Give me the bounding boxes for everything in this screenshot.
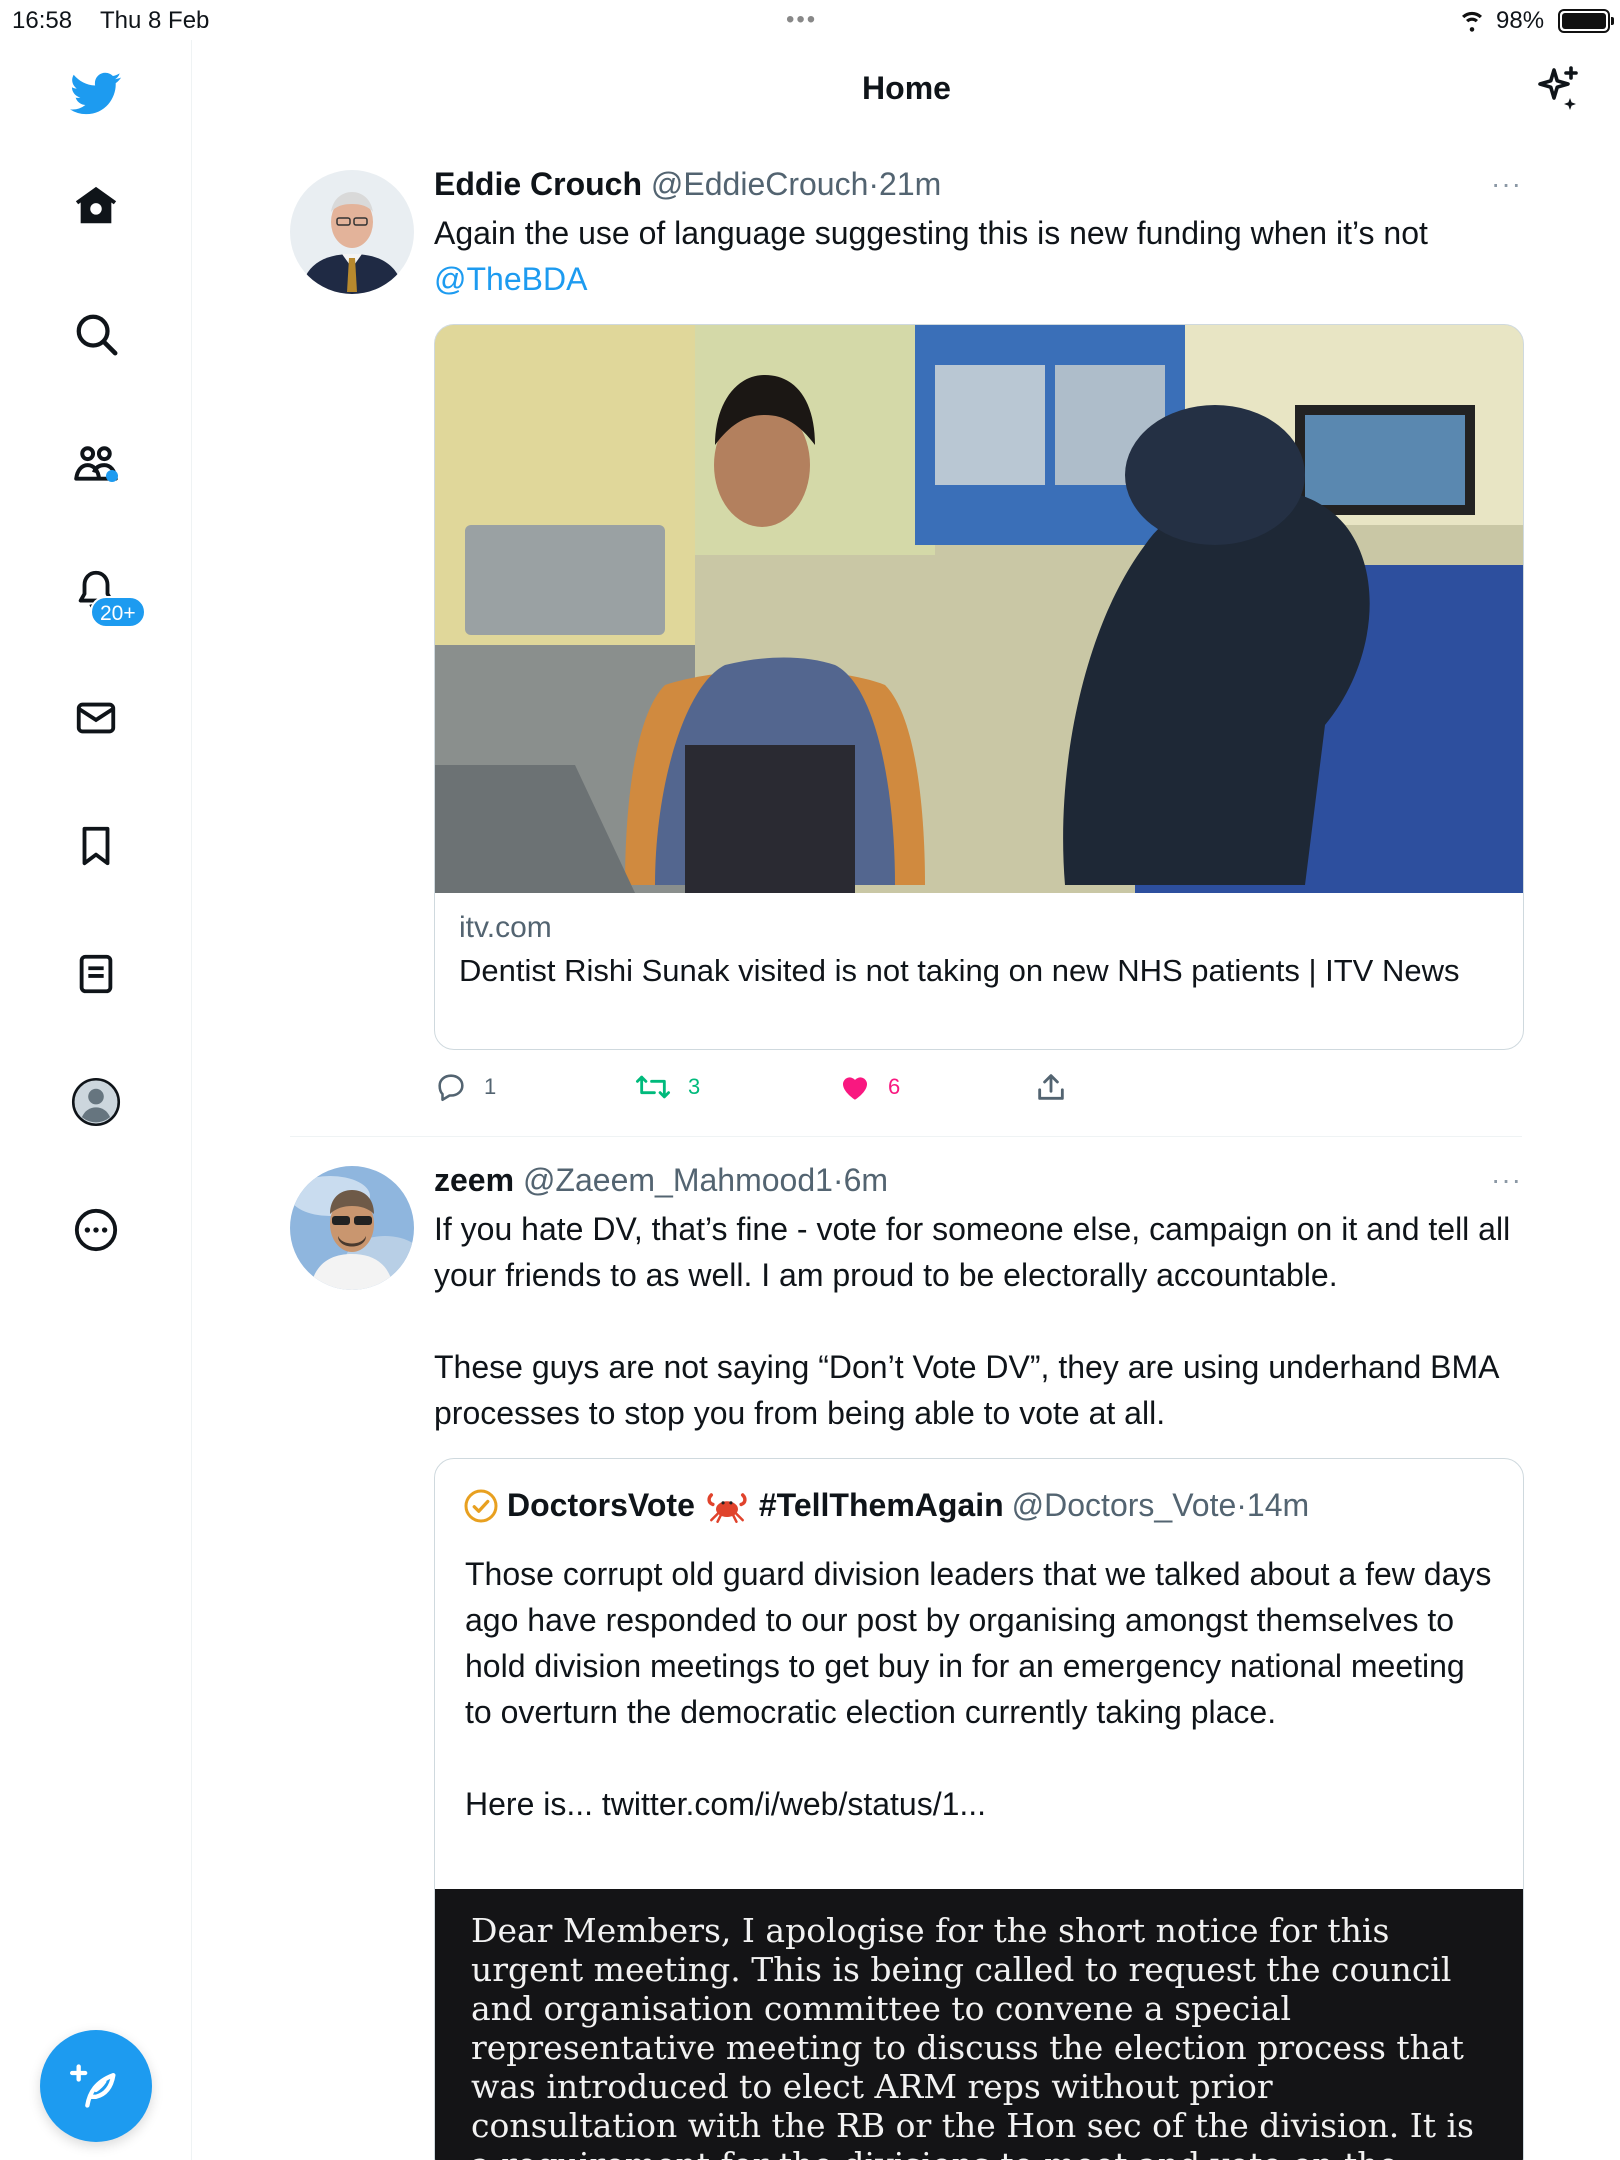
author-name[interactable]: zeem — [434, 1162, 514, 1198]
battery-percent: 98% — [1496, 7, 1545, 34]
sidebar: 20+ — [0, 40, 192, 2160]
tweet-text-paragraph-2: These guys are not saying “Don’t Vote DV… — [434, 1349, 1498, 1431]
new-activity-dot — [106, 470, 118, 482]
share-button[interactable] — [1034, 1070, 1084, 1104]
compose-tweet-button[interactable] — [40, 2030, 152, 2142]
retweet-button[interactable]: 3 — [634, 1070, 700, 1104]
bookmarks-icon[interactable] — [70, 820, 122, 872]
tweet-header: Eddie Crouch @EddieCrouch·21m — [434, 166, 941, 203]
like-count: 6 — [888, 1074, 901, 1099]
quoted-tweet-time: 14m — [1246, 1487, 1310, 1523]
battery-icon — [1558, 9, 1614, 33]
reply-count: 1 — [484, 1074, 497, 1099]
quoted-tweet-text-paragraph-2: Here is... twitter.com/i/web/status/1... — [465, 1786, 987, 1822]
author-handle[interactable]: @Zaeem_Mahmood1 — [523, 1162, 833, 1198]
retweet-icon — [636, 1075, 670, 1099]
sparkle-icon[interactable] — [1534, 64, 1582, 117]
like-button[interactable]: 6 — [838, 1070, 900, 1104]
tweet-divider — [290, 1136, 1522, 1137]
home-icon[interactable] — [70, 180, 122, 232]
tweet-text: Again the use of language suggesting thi… — [434, 210, 1534, 302]
lists-icon[interactable] — [70, 948, 122, 1000]
profile-icon[interactable] — [70, 1076, 122, 1128]
page-title: Home — [862, 70, 951, 106]
crab-emoji-icon — [705, 1488, 749, 1524]
reply-icon — [438, 1074, 464, 1102]
multitasking-dots-icon[interactable]: ••• — [786, 6, 817, 34]
status-date: Thu 8 Feb — [100, 7, 210, 34]
tweet-time[interactable]: 21m — [879, 166, 941, 202]
quoted-tweet-text-paragraph-1: Those corrupt old guard division leaders… — [465, 1556, 1492, 1730]
messages-icon[interactable] — [70, 692, 122, 744]
status-bar: 16:58 Thu 8 Feb ••• 98% — [0, 0, 1620, 40]
card-image — [435, 325, 1523, 895]
quoted-tweet-header: DoctorsVote #TellThemAgain @Doctors_Vote… — [463, 1487, 1309, 1524]
compose-tweet-icon — [70, 2064, 116, 2108]
author-handle[interactable]: @EddieCrouch — [651, 166, 868, 202]
tweet-header: zeem @Zaeem_Mahmood1·6m — [434, 1162, 888, 1199]
more-options-icon[interactable]: ··· — [1491, 1164, 1522, 1196]
link-card[interactable]: itv.com Dentist Rishi Sunak visited is n… — [434, 324, 1524, 1050]
tweet-text-paragraph-1: If you hate DV, that’s fine - vote for s… — [434, 1211, 1511, 1293]
tweet-text-body: Again the use of language suggesting thi… — [434, 215, 1428, 251]
retweet-count: 3 — [688, 1074, 701, 1099]
twitter-logo-icon[interactable] — [70, 68, 122, 120]
reply-button[interactable]: 1 — [434, 1070, 496, 1104]
author-name[interactable]: Eddie Crouch — [434, 166, 642, 202]
status-time: 16:58 — [12, 7, 73, 34]
tweet-time[interactable]: 6m — [844, 1162, 888, 1198]
avatar[interactable] — [290, 170, 414, 294]
mention-link[interactable]: @TheBDA — [434, 261, 587, 297]
more-options-icon[interactable]: ··· — [1491, 168, 1522, 200]
verified-badge-icon — [463, 1488, 499, 1524]
tweet[interactable]: Eddie Crouch @EddieCrouch·21m ··· Again … — [290, 166, 1524, 1110]
share-icon — [1038, 1074, 1064, 1100]
quoted-author-name: DoctorsVote — [507, 1487, 695, 1523]
separator: · — [868, 166, 880, 202]
more-icon[interactable] — [70, 1204, 122, 1256]
wifi-icon — [1457, 4, 1487, 41]
separator: · — [1236, 1487, 1247, 1523]
notifications-badge: 20+ — [90, 596, 146, 628]
search-icon[interactable] — [70, 308, 122, 360]
avatar[interactable] — [290, 1166, 414, 1290]
card-domain: itv.com — [459, 911, 552, 944]
quoted-author-handle: @Doctors_Vote — [1011, 1487, 1237, 1523]
separator: · — [832, 1162, 844, 1198]
card-title: Dentist Rishi Sunak visited is not takin… — [459, 953, 1460, 988]
quoted-tweet-image: Dear Members, I apologise for the short … — [435, 1889, 1523, 2160]
heart-filled-icon — [842, 1077, 868, 1100]
quoted-tweet[interactable]: DoctorsVote #TellThemAgain @Doctors_Vote… — [434, 1458, 1524, 2160]
quoted-hashtag: #TellThemAgain — [758, 1487, 1004, 1523]
